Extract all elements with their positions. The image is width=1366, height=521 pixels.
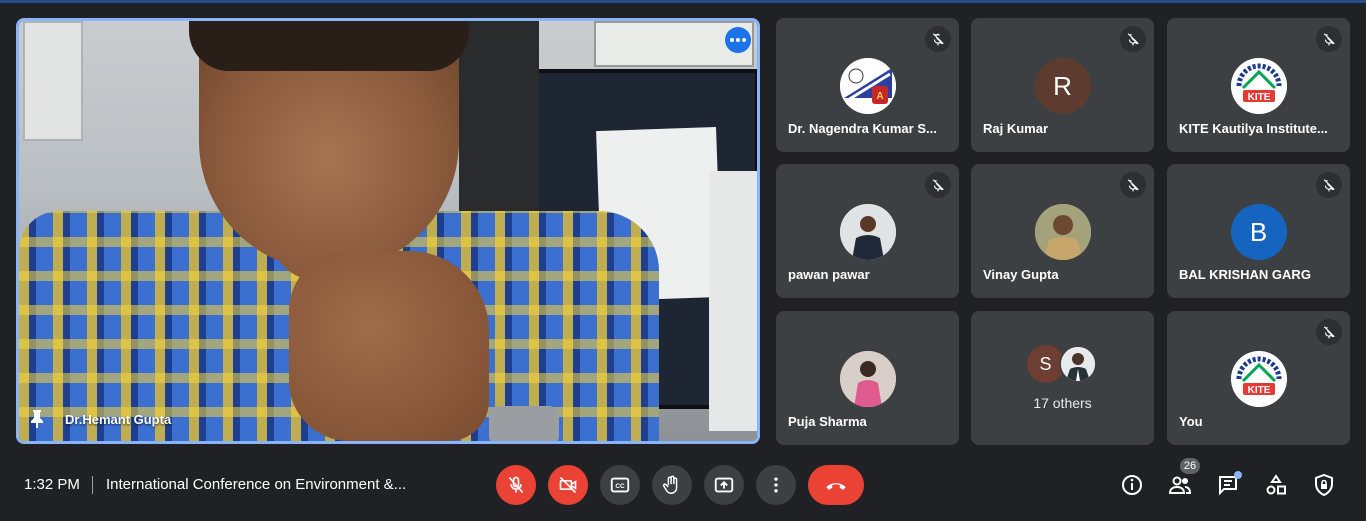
participant-tile[interactable]: A Dr. Nagendra Kumar S... xyxy=(776,18,959,152)
video-wall-frame xyxy=(23,21,83,141)
speaker-name-label: Dr.Hemant Gupta xyxy=(65,412,172,427)
meeting-clock: 1:32 PM xyxy=(24,476,80,493)
window-top-edge xyxy=(0,0,1366,3)
participant-tile[interactable]: R Raj Kumar xyxy=(971,18,1154,152)
participant-tile[interactable]: Puja Sharma xyxy=(776,311,959,445)
present-icon xyxy=(714,477,734,493)
participant-name: You xyxy=(1179,414,1203,429)
camera-off-icon xyxy=(559,476,577,494)
mic-off-icon xyxy=(508,476,524,494)
people-button[interactable] xyxy=(1167,472,1193,498)
mic-off-icon xyxy=(1120,26,1146,52)
camera-toggle-button[interactable] xyxy=(548,465,588,505)
more-vert-icon xyxy=(774,477,778,493)
avatar: KITE xyxy=(1230,58,1287,114)
leave-call-button[interactable] xyxy=(808,465,864,505)
self-tile[interactable]: KITE You xyxy=(1167,311,1350,445)
raise-hand-button[interactable] xyxy=(652,465,692,505)
pin-icon[interactable] xyxy=(29,409,45,429)
activities-button[interactable] xyxy=(1263,472,1289,498)
participant-name: pawan pawar xyxy=(788,267,870,282)
activities-icon xyxy=(1266,474,1286,495)
participant-name: Vinay Gupta xyxy=(983,267,1059,282)
kite-logo-icon: KITE xyxy=(1230,351,1287,407)
svg-text:A: A xyxy=(876,91,883,102)
institution-logo-icon: A xyxy=(839,58,896,114)
main-speaker-video[interactable]: Dr.Hemant Gupta xyxy=(16,18,760,444)
chat-notification-dot xyxy=(1234,471,1242,479)
end-call-icon xyxy=(826,483,846,490)
svg-text:KITE: KITE xyxy=(1247,92,1270,103)
svg-text:CC: CC xyxy=(615,483,625,490)
svg-text:KITE: KITE xyxy=(1247,385,1270,396)
avatar: KITE xyxy=(1230,351,1287,407)
participant-name: Dr. Nagendra Kumar S... xyxy=(788,121,937,136)
mic-off-icon xyxy=(1316,319,1342,345)
info-icon xyxy=(1122,475,1142,495)
host-controls-button[interactable] xyxy=(1311,472,1337,498)
more-options-button[interactable] xyxy=(725,27,751,53)
speaker-hair xyxy=(189,21,469,71)
video-paper xyxy=(709,171,757,431)
avatar: A xyxy=(839,58,896,114)
avatar xyxy=(1058,345,1097,383)
people-icon xyxy=(1168,476,1192,494)
hand-icon xyxy=(662,475,678,494)
speaker-hand xyxy=(289,251,489,441)
speaker-watch xyxy=(489,406,559,441)
divider xyxy=(92,476,93,494)
participant-name: Puja Sharma xyxy=(788,414,867,429)
microphone-toggle-button[interactable] xyxy=(496,465,536,505)
dot-icon xyxy=(730,38,734,42)
dot-icon xyxy=(736,38,740,42)
closed-captions-icon: CC xyxy=(610,477,630,493)
avatar: B xyxy=(1230,204,1287,260)
participant-name: BAL KRISHAN GARG xyxy=(1179,267,1311,282)
mic-off-icon xyxy=(1120,172,1146,198)
participant-tile[interactable]: B BAL KRISHAN GARG xyxy=(1167,164,1350,298)
mic-off-icon xyxy=(925,172,951,198)
avatar: R xyxy=(1034,58,1091,114)
mic-off-icon xyxy=(1316,26,1342,52)
avatar xyxy=(839,351,896,407)
person-photo-icon xyxy=(1034,204,1091,260)
dot-icon xyxy=(742,38,746,42)
person-photo-icon xyxy=(839,204,896,260)
meeting-details-button[interactable] xyxy=(1119,472,1145,498)
captions-button[interactable]: CC xyxy=(600,465,640,505)
avatar xyxy=(1034,204,1091,260)
kite-logo-icon: KITE xyxy=(1230,58,1287,114)
participant-tile[interactable]: KITE KITE Kautilya Institute... xyxy=(1167,18,1350,152)
present-screen-button[interactable] xyxy=(704,465,744,505)
others-tile[interactable]: S 17 others xyxy=(971,311,1154,445)
participant-tile[interactable]: Vinay Gupta xyxy=(971,164,1154,298)
person-photo-icon xyxy=(1060,347,1095,381)
person-photo-icon xyxy=(839,351,896,407)
participant-tile[interactable]: pawan pawar xyxy=(776,164,959,298)
participant-name: Raj Kumar xyxy=(983,121,1049,136)
others-avatars: S xyxy=(1026,345,1099,385)
meeting-controls-bar: 1:32 PM International Conference on Envi… xyxy=(0,452,1366,518)
shield-lock-icon xyxy=(1315,473,1333,497)
others-count-label: 17 others xyxy=(1033,395,1092,411)
mic-off-icon xyxy=(925,26,951,52)
meeting-title: International Conference on Environment … xyxy=(106,476,407,493)
participant-name: KITE Kautilya Institute... xyxy=(1179,121,1328,136)
more-options-button[interactable] xyxy=(756,465,796,505)
mic-off-icon xyxy=(1316,172,1342,198)
avatar xyxy=(839,204,896,260)
